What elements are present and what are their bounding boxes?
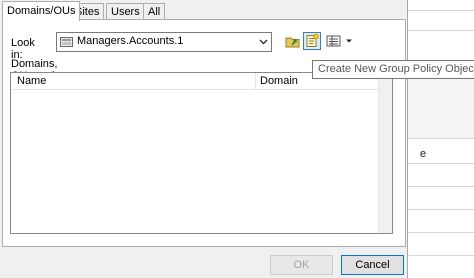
- view-menu-button[interactable]: [325, 32, 355, 50]
- tab-all[interactable]: All: [143, 3, 166, 20]
- vertical-scrollbar[interactable]: [378, 73, 392, 233]
- background-panel: [408, 72, 474, 138]
- gpo-list[interactable]: Name Domain: [10, 72, 393, 234]
- tab-users[interactable]: Users: [106, 3, 145, 20]
- background-divider: [408, 138, 474, 139]
- browse-gpo-dialog: Domains/OUs Sites Users All Look in: Man…: [0, 0, 474, 278]
- background-divider: [408, 255, 474, 256]
- background-divider: [408, 232, 474, 233]
- background-divider: [408, 186, 474, 187]
- cancel-button[interactable]: Cancel: [341, 255, 404, 275]
- column-divider[interactable]: [255, 73, 256, 89]
- create-new-gpo-button[interactable]: [303, 32, 321, 50]
- background-divider: [408, 30, 474, 31]
- background-divider: [408, 163, 474, 164]
- up-folder-icon: [285, 37, 300, 48]
- column-header-domain[interactable]: Domain: [260, 75, 298, 87]
- background-window: e: [408, 0, 474, 278]
- tab-domains-ous[interactable]: Domains/OUs: [2, 1, 81, 21]
- look-in-dropdown[interactable]: Managers.Accounts.1: [56, 32, 272, 52]
- chevron-down-icon[interactable]: [259, 37, 268, 46]
- folder-ou-icon: [60, 37, 73, 47]
- new-gpo-icon: [306, 33, 319, 47]
- background-divider: [408, 10, 474, 11]
- up-one-level-button[interactable]: [284, 32, 302, 50]
- look-in-value: Managers.Accounts.1: [77, 35, 184, 47]
- tooltip: Create New Group Policy Object: [312, 60, 474, 79]
- column-header-name[interactable]: Name: [17, 75, 46, 87]
- background-text: e: [420, 148, 427, 160]
- background-divider: [408, 209, 474, 210]
- ok-button[interactable]: OK: [270, 255, 333, 275]
- view-menu-icon: [326, 35, 352, 47]
